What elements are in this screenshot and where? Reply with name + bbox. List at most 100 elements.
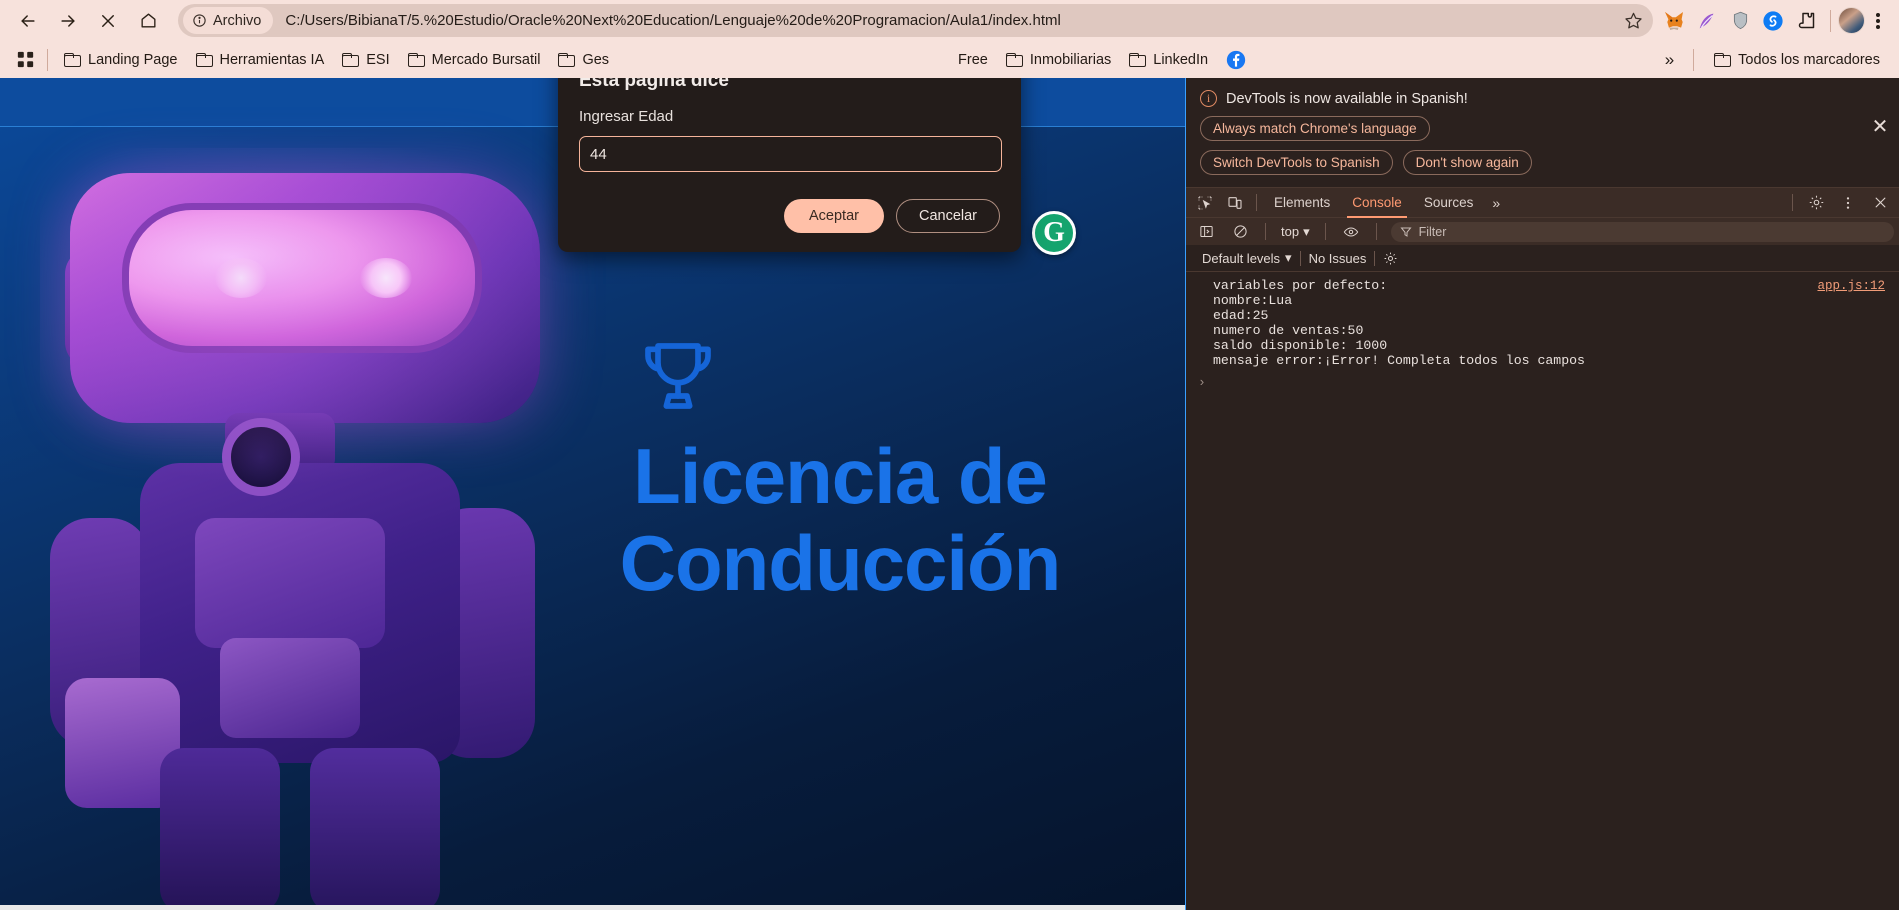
device-toolbar-icon[interactable] (1220, 190, 1250, 216)
extensions-toolbar (1659, 6, 1823, 36)
folder-icon (1129, 52, 1147, 67)
bookmark-item[interactable]: LinkedIn (1120, 48, 1217, 72)
toolbar-divider (1830, 9, 1831, 32)
filterbar-divider-2 (1324, 223, 1326, 240)
accept-button[interactable]: Aceptar (783, 199, 884, 233)
console-level-bar: Default levels ▾ No Issues (1186, 245, 1899, 272)
search-input[interactable]: Filter (1390, 221, 1894, 242)
page-bottom-edge (0, 905, 1185, 910)
back-arrow-icon[interactable] (8, 1, 48, 41)
cancel-button[interactable]: Cancelar (895, 199, 1000, 233)
console-sidebar-icon[interactable] (1191, 219, 1221, 245)
folder-icon (342, 52, 360, 67)
star-icon[interactable] (1619, 11, 1647, 30)
log-line: nombre:Lua (1213, 292, 1293, 308)
web-page-content: G Licencia de Conducción Esta página dic… (0, 78, 1185, 910)
bookmark-item[interactable]: Mercado Bursatil (399, 48, 550, 72)
switch-to-spanish-button[interactable]: Switch DevTools to Spanish (1200, 150, 1393, 175)
url-text[interactable]: C:/Users/BibianaT/5.%20Estudio/Oracle%20… (273, 12, 1619, 29)
default-levels-label: Default levels (1202, 250, 1281, 266)
javascript-prompt-dialog: Esta página dice Ingresar Edad Aceptar C… (558, 78, 1021, 252)
dont-show-again-button[interactable]: Don't show again (1402, 150, 1532, 175)
bookmarks-overflow-icon[interactable]: » (1657, 50, 1682, 70)
bookmark-label: Ges (582, 51, 610, 68)
log-source-link[interactable]: app.js:12 (1817, 279, 1885, 294)
devtools-panel: i DevTools is now available in Spanish! … (1186, 78, 1899, 910)
dialog-buttons: Aceptar Cancelar (579, 199, 1000, 233)
chevron-down-icon: ▾ (1303, 223, 1310, 239)
forward-arrow-icon[interactable] (48, 1, 88, 41)
console-filter-bar: top ▾ Filter (1186, 217, 1899, 245)
navigation-toolbar: Archivo C:/Users/BibianaT/5.%20Estudio/O… (0, 0, 1899, 41)
default-levels-selector[interactable]: Default levels ▾ (1194, 250, 1300, 266)
apps-grid-icon[interactable] (10, 51, 40, 68)
banner-buttons: Always match Chrome's language (1200, 116, 1885, 141)
more-options-icon[interactable] (1865, 11, 1891, 31)
tabbar-divider-2 (1792, 194, 1793, 211)
bookmark-label: Landing Page (88, 51, 178, 68)
bookmark-item[interactable]: Ges (549, 48, 618, 72)
issues-label: No Issues (1308, 250, 1367, 266)
bookmark-item-facebook[interactable] (1217, 46, 1255, 74)
folder-icon (64, 52, 81, 67)
filter-icon (1400, 227, 1412, 237)
bookmark-item[interactable]: Free (618, 48, 997, 72)
issues-counter[interactable]: No Issues (1301, 251, 1375, 266)
bookmark-label: Herramientas IA (219, 51, 325, 68)
tab-sources[interactable]: Sources (1413, 188, 1485, 218)
bookmark-label: Mercado Bursatil (431, 51, 541, 68)
tab-console[interactable]: Console (1341, 188, 1413, 218)
console-settings-icon[interactable] (1375, 251, 1406, 266)
bookmarks-overflow-area: » Todos los marcadores (1657, 48, 1889, 72)
all-bookmarks-item[interactable]: Todos los marcadores (1705, 48, 1889, 72)
chevron-down-icon: ▾ (1285, 250, 1292, 265)
quill-extension-icon[interactable] (1692, 6, 1722, 36)
dialog-input[interactable] (579, 136, 1002, 172)
stop-loading-icon[interactable] (88, 1, 128, 41)
execution-context-label: top (1281, 224, 1300, 239)
home-icon[interactable] (128, 1, 168, 41)
console-prompt[interactable]: › (1186, 368, 1899, 390)
folder-icon (407, 52, 425, 67)
execution-context-selector[interactable]: top ▾ (1276, 224, 1315, 240)
bookmarks-divider (47, 48, 48, 71)
shazam-extension-icon[interactable] (1758, 6, 1788, 36)
dialog-overlay: Esta página dice Ingresar Edad Aceptar C… (0, 78, 1185, 910)
file-scheme-label: Archivo (213, 12, 262, 29)
close-icon[interactable]: ✕ (1869, 114, 1891, 139)
all-bookmarks-label: Todos los marcadores (1738, 51, 1880, 68)
browser-window: Archivo C:/Users/BibianaT/5.%20Estudio/O… (0, 0, 1899, 910)
tabbar-divider (1256, 194, 1257, 211)
console-log-entry[interactable]: variables por defecto: nombre:Lua edad:2… (1186, 278, 1899, 368)
bookmark-label: Free (958, 51, 988, 68)
extensions-puzzle-icon[interactable] (1791, 6, 1821, 36)
close-devtools-icon[interactable] (1865, 190, 1895, 216)
devtools-toolbar-right (1786, 190, 1895, 216)
bookmark-item[interactable]: ESI (333, 48, 398, 72)
more-options-icon[interactable] (1833, 190, 1863, 216)
inspect-element-icon[interactable] (1190, 190, 1220, 216)
log-line: mensaje error:¡Error! Completa todos los… (1213, 352, 1585, 368)
address-bar[interactable]: Archivo C:/Users/BibianaT/5.%20Estudio/O… (178, 4, 1653, 37)
bookmark-item[interactable]: Landing Page (55, 48, 187, 72)
filterbar-divider (1265, 223, 1266, 240)
file-scheme-chip[interactable]: Archivo (183, 7, 274, 34)
filterbar-divider-3 (1375, 223, 1377, 240)
bookmark-item[interactable]: Inmobiliarias (997, 48, 1120, 72)
tab-elements[interactable]: Elements (1263, 188, 1341, 218)
clear-console-icon[interactable] (1225, 219, 1255, 245)
gear-icon[interactable] (1801, 190, 1831, 216)
metamask-extension-icon[interactable] (1659, 6, 1689, 36)
banner-text: DevTools is now available in Spanish! (1226, 90, 1468, 107)
shield-extension-icon[interactable] (1725, 6, 1755, 36)
folder-icon (1005, 52, 1023, 67)
console-output[interactable]: variables por defecto: nombre:Lua edad:2… (1186, 272, 1899, 910)
bookmark-item[interactable]: Herramientas IA (187, 48, 334, 72)
prompt-caret: › (1198, 375, 1206, 391)
live-expression-icon[interactable] (1336, 219, 1366, 245)
bookmarks-divider-2 (1693, 48, 1695, 71)
always-match-language-button[interactable]: Always match Chrome's language (1200, 116, 1430, 141)
bookmark-label: Inmobiliarias (1029, 51, 1112, 68)
avatar[interactable] (1838, 7, 1865, 34)
more-tabs-icon[interactable]: » (1484, 195, 1508, 211)
